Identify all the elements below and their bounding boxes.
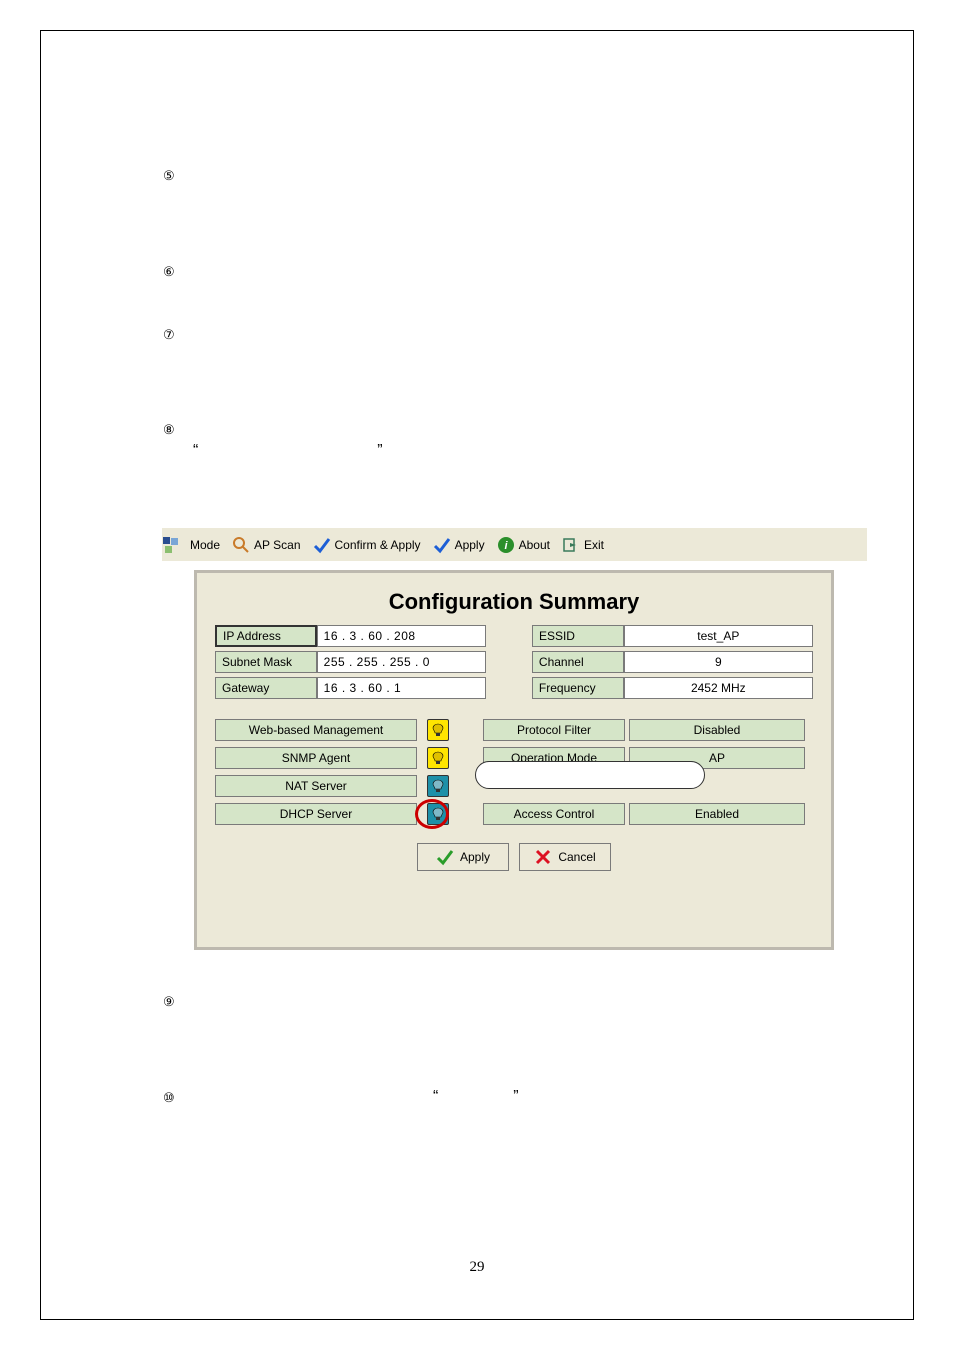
app-icon <box>162 536 180 554</box>
check-icon <box>433 536 451 554</box>
exit-icon <box>562 536 580 554</box>
essid-label: ESSID <box>532 625 624 647</box>
panel-title: Configuration Summary <box>197 573 831 625</box>
frequency-value: 2452 MHz <box>624 677 813 699</box>
frequency-label: Frequency <box>532 677 624 699</box>
step-5-marker: ⑤ <box>163 168 175 184</box>
about-button[interactable]: i About <box>491 528 556 561</box>
subnet-mask-value: 255 . 255 . 255 . 0 <box>317 651 486 673</box>
bulb-icon-web[interactable] <box>427 719 449 741</box>
step-9-marker: ⑨ <box>163 994 175 1010</box>
mode-label: Mode <box>190 538 220 552</box>
web-mgmt-label: Web-based Management <box>215 719 417 741</box>
panel-cancel-button[interactable]: Cancel <box>519 843 611 871</box>
ap-scan-button[interactable]: AP Scan <box>226 528 306 561</box>
mode-button[interactable]: Mode <box>184 528 226 561</box>
step-8-marker: ⑧ <box>163 422 175 438</box>
check-icon <box>436 848 454 866</box>
bulb-icon-nat[interactable] <box>427 775 449 797</box>
snmp-label: SNMP Agent <box>215 747 417 769</box>
ap-scan-label: AP Scan <box>254 538 300 552</box>
red-circle-highlight <box>415 799 449 829</box>
essid-value: test_AP <box>624 625 813 647</box>
step-6-marker: ⑥ <box>163 264 175 280</box>
channel-label: Channel <box>532 651 624 673</box>
gateway-label: Gateway <box>215 677 317 699</box>
page-number: 29 <box>41 1259 913 1276</box>
info-icon: i <box>497 536 515 554</box>
access-control-label: Access Control <box>483 803 625 825</box>
nat-label: NAT Server <box>215 775 417 797</box>
bulb-icon-snmp[interactable] <box>427 747 449 769</box>
panel-cancel-label: Cancel <box>558 850 595 864</box>
apply-label: Apply <box>455 538 485 552</box>
gateway-value: 16 . 3 . 60 . 1 <box>317 677 486 699</box>
ip-address-value: 16 . 3 . 60 . 208 <box>317 625 486 647</box>
app-toolbar: Mode AP Scan Confirm & Apply <box>162 528 867 561</box>
step-10-quote-open: “ <box>433 1088 438 1106</box>
check-icon <box>313 536 331 554</box>
protocol-filter-label: Protocol Filter <box>483 719 625 741</box>
dhcp-label: DHCP Server <box>215 803 417 825</box>
confirm-apply-label: Confirm & Apply <box>335 538 421 552</box>
step-10-marker: ⑩ <box>163 1090 175 1106</box>
x-icon <box>534 848 552 866</box>
step-7-marker: ⑦ <box>163 327 175 343</box>
config-summary-panel: Configuration Summary IP Address 16 . 3 … <box>194 570 834 950</box>
confirm-apply-button[interactable]: Confirm & Apply <box>307 528 427 561</box>
ip-address-label[interactable]: IP Address <box>215 625 317 647</box>
step-8-quote-open: “ <box>193 442 198 460</box>
channel-value: 9 <box>624 651 813 673</box>
exit-button[interactable]: Exit <box>556 528 610 561</box>
panel-apply-button[interactable]: Apply <box>417 843 509 871</box>
panel-apply-label: Apply <box>460 850 490 864</box>
magnifier-icon <box>232 536 250 554</box>
access-control-value: Enabled <box>629 803 805 825</box>
protocol-filter-value: Disabled <box>629 719 805 741</box>
about-label: About <box>519 538 550 552</box>
apply-button[interactable]: Apply <box>427 528 491 561</box>
step-8-quote-close: ” <box>377 442 382 460</box>
step-10-quote-close: ” <box>513 1088 518 1106</box>
subnet-mask-label: Subnet Mask <box>215 651 317 673</box>
exit-label: Exit <box>584 538 604 552</box>
